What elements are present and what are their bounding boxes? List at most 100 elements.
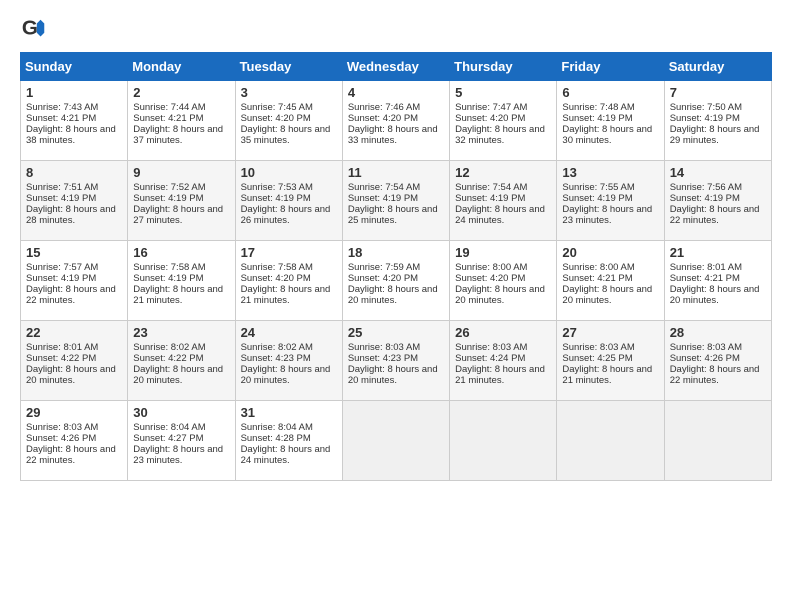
sunset-label: Sunset: 4:20 PM (348, 273, 418, 284)
calendar-cell: 12 Sunrise: 7:54 AMSunset: 4:19 PMDayligh… (450, 161, 557, 241)
sunrise-label: Sunrise: 7:54 AM (455, 182, 527, 193)
sunset-label: Sunset: 4:21 PM (562, 273, 632, 284)
daylight-label: Daylight: 8 hours and 22 minutes. (26, 444, 116, 466)
sunset-label: Sunset: 4:26 PM (26, 433, 96, 444)
daylight-label: Daylight: 8 hours and 20 minutes. (133, 364, 223, 386)
sunset-label: Sunset: 4:19 PM (348, 193, 418, 204)
svg-text:G: G (22, 17, 38, 40)
sunrise-label: Sunrise: 8:00 AM (562, 262, 634, 273)
day-number: 1 (26, 85, 123, 100)
calendar-container: G SundayMondayTuesdayWednesdayThursdayFr… (0, 0, 792, 491)
daylight-label: Daylight: 8 hours and 21 minutes. (562, 364, 652, 386)
calendar-cell: 31Sunrise: 8:04 AMSunset: 4:28 PMDayligh… (235, 401, 342, 481)
daylight-label: Daylight: 8 hours and 24 minutes. (241, 444, 331, 466)
sunrise-label: Sunrise: 8:03 AM (455, 342, 527, 353)
daylight-label: Daylight: 8 hours and 29 minutes. (670, 124, 760, 146)
calendar-cell: 9Sunrise: 7:52 AMSunset: 4:19 PMDaylight… (128, 161, 235, 241)
header: G (20, 16, 772, 44)
calendar-cell (342, 401, 449, 481)
sunset-label: Sunset: 4:19 PM (133, 273, 203, 284)
calendar-cell: 3Sunrise: 7:45 AMSunset: 4:20 PMDaylight… (235, 81, 342, 161)
daylight-label: Daylight: 8 hours and 20 minutes. (348, 364, 438, 386)
week-row-5: 29Sunrise: 8:03 AMSunset: 4:26 PMDayligh… (21, 401, 772, 481)
sunrise-label: Sunrise: 7:54 AM (348, 182, 420, 193)
sunrise-label: Sunrise: 7:43 AM (26, 102, 98, 113)
daylight-label: Daylight: 8 hours and 23 minutes. (133, 444, 223, 466)
calendar-cell: 30Sunrise: 8:04 AMSunset: 4:27 PMDayligh… (128, 401, 235, 481)
calendar-cell: 20Sunrise: 8:00 AMSunset: 4:21 PMDayligh… (557, 241, 664, 321)
day-number: 6 (562, 85, 659, 100)
daylight-label: Daylight: 8 hours and 22 minutes. (670, 364, 760, 386)
sunset-label: Sunset: 4:19 PM (26, 193, 96, 204)
sunrise-label: Sunrise: 7:55 AM (562, 182, 634, 193)
day-number: 5 (455, 85, 552, 100)
day-number: 15 (26, 245, 123, 260)
sunset-label: Sunset: 4:19 PM (455, 193, 525, 204)
sunrise-label: Sunrise: 7:45 AM (241, 102, 313, 113)
sunrise-label: Sunrise: 8:03 AM (670, 342, 742, 353)
daylight-label: Daylight: 8 hours and 26 minutes. (241, 204, 331, 226)
sunset-label: Sunset: 4:23 PM (241, 353, 311, 364)
day-number: 18 (348, 245, 445, 260)
weekday-header-sunday: Sunday (21, 53, 128, 81)
day-number: 16 (133, 245, 230, 260)
day-number: 31 (241, 405, 338, 420)
day-number: 4 (348, 85, 445, 100)
calendar-cell: 27Sunrise: 8:03 AMSunset: 4:25 PMDayligh… (557, 321, 664, 401)
daylight-label: Daylight: 8 hours and 38 minutes. (26, 124, 116, 146)
sunset-label: Sunset: 4:19 PM (670, 193, 740, 204)
daylight-label: Daylight: 8 hours and 22 minutes. (670, 204, 760, 226)
weekday-header-tuesday: Tuesday (235, 53, 342, 81)
weekday-header-wednesday: Wednesday (342, 53, 449, 81)
calendar-cell (664, 401, 771, 481)
sunset-label: Sunset: 4:24 PM (455, 353, 525, 364)
daylight-label: Daylight: 8 hours and 23 minutes. (562, 204, 652, 226)
week-row-4: 22Sunrise: 8:01 AMSunset: 4:22 PMDayligh… (21, 321, 772, 401)
calendar-cell: 25Sunrise: 8:03 AMSunset: 4:23 PMDayligh… (342, 321, 449, 401)
daylight-label: Daylight: 8 hours and 37 minutes. (133, 124, 223, 146)
calendar-cell: 17Sunrise: 7:58 AMSunset: 4:20 PMDayligh… (235, 241, 342, 321)
sunrise-label: Sunrise: 8:02 AM (133, 342, 205, 353)
daylight-label: Daylight: 8 hours and 27 minutes. (133, 204, 223, 226)
sunrise-label: Sunrise: 7:46 AM (348, 102, 420, 113)
daylight-label: Daylight: 8 hours and 30 minutes. (562, 124, 652, 146)
daylight-label: Daylight: 8 hours and 20 minutes. (348, 284, 438, 306)
sunrise-label: Sunrise: 8:03 AM (348, 342, 420, 353)
sunset-label: Sunset: 4:20 PM (348, 113, 418, 124)
sunset-label: Sunset: 4:19 PM (670, 113, 740, 124)
calendar-cell: 1 Sunrise: 7:43 AMSunset: 4:21 PMDaylight… (21, 81, 128, 161)
daylight-label: Daylight: 8 hours and 33 minutes. (348, 124, 438, 146)
sunset-label: Sunset: 4:19 PM (26, 273, 96, 284)
sunset-label: Sunset: 4:21 PM (26, 113, 96, 124)
day-number: 28 (670, 325, 767, 340)
day-number: 19 (455, 245, 552, 260)
sunrise-label: Sunrise: 7:47 AM (455, 102, 527, 113)
sunrise-label: Sunrise: 7:56 AM (670, 182, 742, 193)
daylight-label: Daylight: 8 hours and 32 minutes. (455, 124, 545, 146)
daylight-label: Daylight: 8 hours and 20 minutes. (562, 284, 652, 306)
daylight-label: Daylight: 8 hours and 20 minutes. (670, 284, 760, 306)
calendar-cell: 19Sunrise: 8:00 AMSunset: 4:20 PMDayligh… (450, 241, 557, 321)
sunset-label: Sunset: 4:22 PM (133, 353, 203, 364)
day-number: 30 (133, 405, 230, 420)
day-number: 12 (455, 165, 552, 180)
day-number: 10 (241, 165, 338, 180)
daylight-label: Daylight: 8 hours and 28 minutes. (26, 204, 116, 226)
day-number: 8 (26, 165, 123, 180)
sunrise-label: Sunrise: 8:02 AM (241, 342, 313, 353)
calendar-cell: 5 Sunrise: 7:47 AMSunset: 4:20 PMDaylight… (450, 81, 557, 161)
daylight-label: Daylight: 8 hours and 20 minutes. (26, 364, 116, 386)
day-number: 14 (670, 165, 767, 180)
day-number: 2 (133, 85, 230, 100)
calendar-cell: 18Sunrise: 7:59 AMSunset: 4:20 PMDayligh… (342, 241, 449, 321)
calendar-cell: 8Sunrise: 7:51 AMSunset: 4:19 PMDaylight… (21, 161, 128, 241)
sunrise-label: Sunrise: 7:58 AM (133, 262, 205, 273)
calendar-cell: 14 Sunrise: 7:56 AMSunset: 4:19 PMDayligh… (664, 161, 771, 241)
sunset-label: Sunset: 4:19 PM (562, 113, 632, 124)
day-number: 22 (26, 325, 123, 340)
sunset-label: Sunset: 4:22 PM (26, 353, 96, 364)
calendar-cell: 21Sunrise: 8:01 AMSunset: 4:21 PMDayligh… (664, 241, 771, 321)
daylight-label: Daylight: 8 hours and 24 minutes. (455, 204, 545, 226)
sunset-label: Sunset: 4:20 PM (455, 113, 525, 124)
day-number: 21 (670, 245, 767, 260)
